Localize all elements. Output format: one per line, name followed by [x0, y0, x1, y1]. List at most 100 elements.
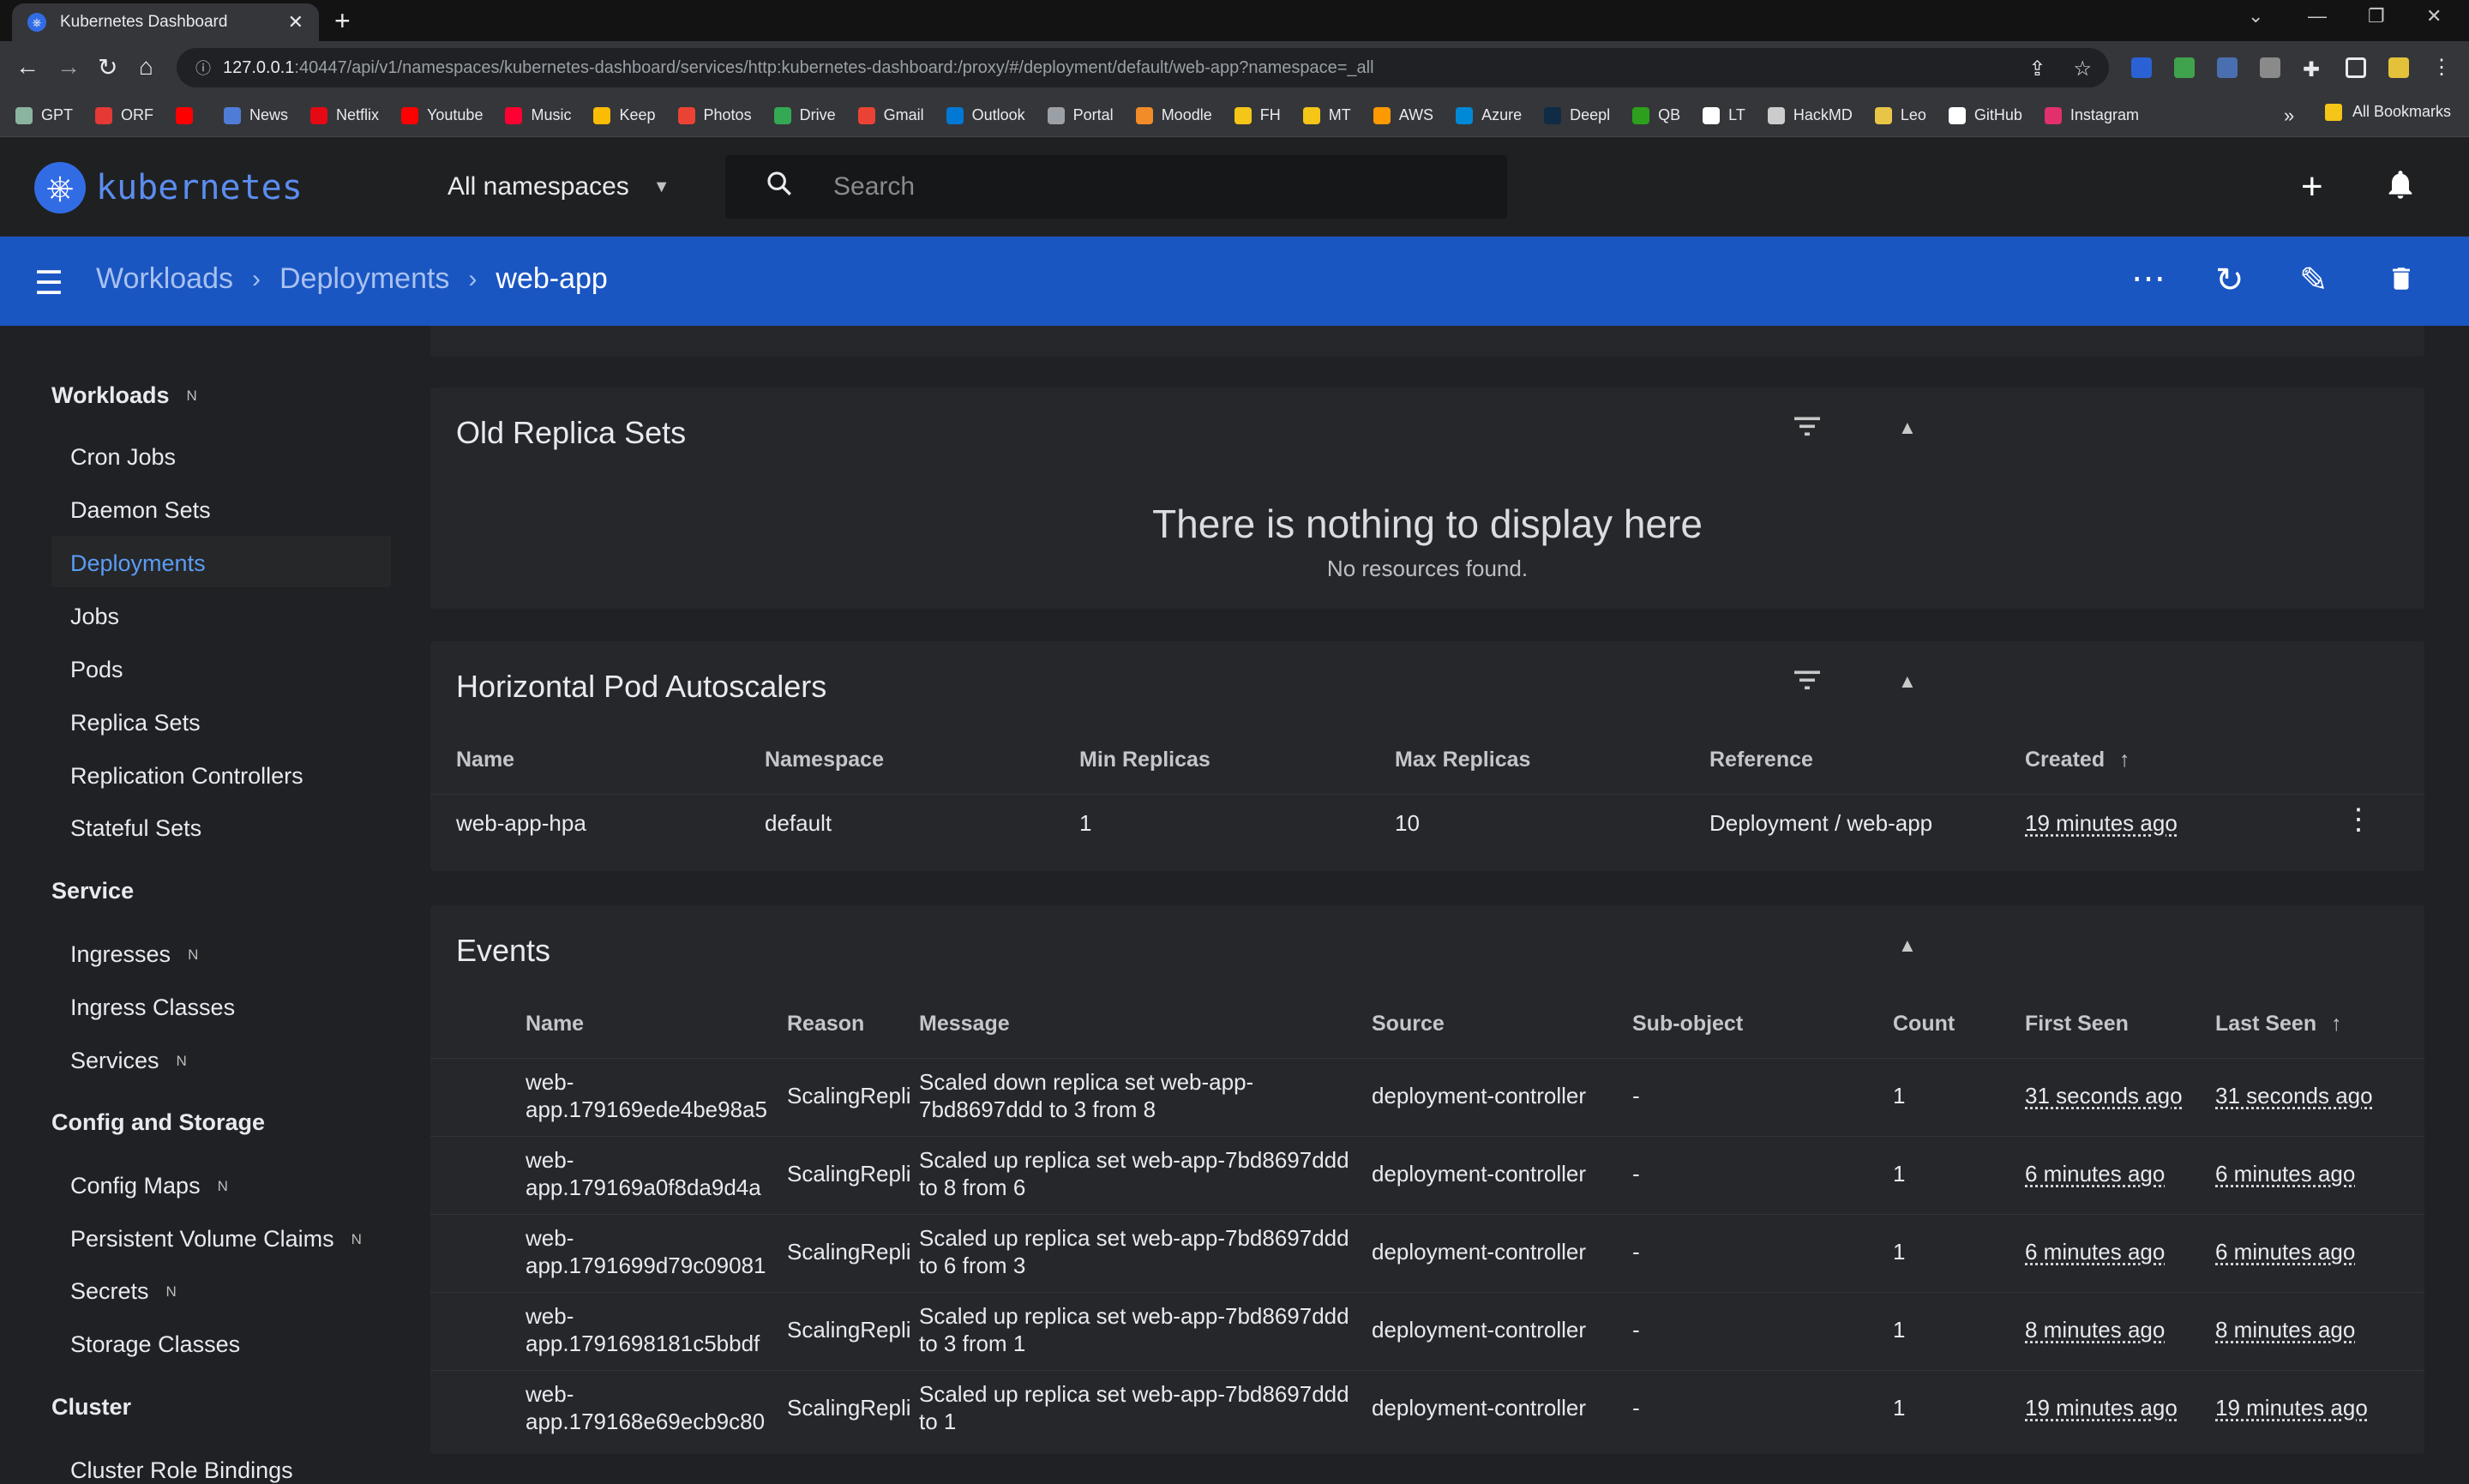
bookmark-item[interactable]: HackMD [1767, 106, 1853, 124]
refresh-icon[interactable]: ↻ [2215, 261, 2244, 300]
column-header-sub-object[interactable]: Sub-object [1632, 1012, 1743, 1036]
sidebar-group-cluster[interactable]: Cluster [51, 1394, 131, 1421]
collapse-arrow-icon[interactable]: ▲ [1898, 934, 1917, 957]
bookmark-item[interactable]: Portal [1047, 106, 1114, 124]
column-header-namespace[interactable]: Namespace [765, 748, 884, 772]
tab-search-chevron-icon[interactable]: ⌄ [2248, 5, 2263, 27]
bookmark-item[interactable]: LT [1703, 106, 1745, 124]
bookmark-item[interactable]: Netflix [310, 106, 379, 124]
site-info-icon[interactable]: ⓘ [195, 57, 211, 79]
shield-extension-icon[interactable] [2174, 57, 2195, 78]
close-window-icon[interactable]: ✕ [2426, 5, 2442, 27]
event-name[interactable]: web-app.1791699d79c09081 [526, 1224, 766, 1279]
bookmark-item[interactable]: MT [1302, 106, 1351, 124]
sidebar-item-deployments[interactable]: Deployments [70, 550, 206, 577]
sidebar-item-ingress-classes[interactable]: Ingress Classes [70, 994, 235, 1021]
bookmark-item[interactable]: QB [1632, 106, 1680, 124]
hamburger-menu-icon[interactable]: ☰ [34, 264, 63, 303]
event-name[interactable]: web-app.179169ede4be98a5 [526, 1068, 767, 1123]
more-bookmarks-chevron[interactable]: » [2284, 105, 2294, 127]
sidebar-item-pods[interactable]: Pods [70, 657, 123, 683]
share-icon[interactable]: ⇪ [2028, 57, 2045, 81]
filter-icon[interactable] [1792, 413, 1823, 446]
bookmark-item[interactable]: GitHub [1948, 106, 2022, 124]
bookmark-item[interactable]: ORF [95, 106, 153, 124]
sidebar-item-cluster-role-bindings[interactable]: Cluster Role Bindings [70, 1457, 293, 1484]
extension-icon[interactable] [2217, 57, 2238, 78]
bookmark-item[interactable]: Moodle [1135, 106, 1212, 124]
hpa-name-link[interactable]: web-app-hpa [456, 809, 586, 837]
sidebar-group-config-storage[interactable]: Config and Storage [51, 1109, 265, 1136]
more-actions-icon[interactable]: ⋯ [2131, 259, 2166, 298]
breadcrumb-workloads[interactable]: Workloads [96, 262, 233, 296]
bookmark-item[interactable]: Leo [1874, 106, 1926, 124]
column-header-created[interactable]: Created ↑ [2025, 748, 2130, 772]
column-header-message[interactable]: Message [919, 1012, 1010, 1036]
forward-icon[interactable]: → [57, 53, 81, 81]
search-box[interactable] [725, 155, 1507, 219]
sidebar-group-workloads[interactable]: Workloads N [51, 382, 197, 409]
search-input[interactable] [833, 172, 1433, 201]
event-name[interactable]: web-app.179168e69ecb9c80 [526, 1380, 765, 1435]
delete-trash-icon[interactable] [2387, 262, 2416, 303]
profile-avatar[interactable] [2388, 57, 2409, 78]
create-plus-icon[interactable]: + [2301, 165, 2323, 208]
edit-pencil-icon[interactable]: ✎ [2299, 261, 2328, 300]
column-header-last-seen[interactable]: Last Seen ↑ [2215, 1012, 2342, 1036]
bookmark-item[interactable]: Keep [593, 106, 656, 124]
browser-tab[interactable]: ⎈ Kubernetes Dashboard ✕ [12, 3, 319, 41]
browser-menu-icon[interactable]: ⋮ [2431, 55, 2452, 80]
breadcrumb-deployments[interactable]: Deployments [279, 262, 449, 296]
event-name[interactable]: web-app.1791698181c5bbdf [526, 1302, 760, 1357]
sidebar-item-cron-jobs[interactable]: Cron Jobs [70, 444, 176, 471]
bookmark-item[interactable]: AWS [1373, 106, 1433, 124]
hpa-reference-link[interactable]: Deployment / web-app [1709, 809, 1932, 837]
sidebar-item-pvc[interactable]: Persistent Volume Claims N [70, 1226, 362, 1253]
namespace-selector[interactable]: All namespaces ▼ [448, 172, 670, 201]
bookmark-item[interactable]: Instagram [2044, 106, 2139, 124]
bookmark-star-icon[interactable]: ☆ [2073, 57, 2092, 81]
bookmark-item[interactable]: Azure [1456, 106, 1522, 124]
back-icon[interactable]: ← [15, 53, 39, 81]
bookmark-item[interactable]: Youtube [401, 106, 483, 124]
kubernetes-logo[interactable]: ⎈ kubernetes [34, 162, 303, 213]
sidebar-item-daemon-sets[interactable]: Daemon Sets [70, 497, 211, 524]
restore-icon[interactable]: ❐ [2368, 5, 2385, 27]
notifications-bell-icon[interactable] [2383, 167, 2418, 211]
bookmark-item[interactable]: Drive [773, 106, 836, 124]
bookmark-item[interactable]: News [224, 106, 288, 124]
bookmark-item[interactable]: Outlook [946, 106, 1025, 124]
bookmark-item[interactable]: GPT [15, 106, 73, 124]
row-actions-kebab-icon[interactable]: ⋮ [2344, 805, 2373, 834]
column-header-reason[interactable]: Reason [787, 1012, 864, 1036]
minimize-icon[interactable]: — [2308, 5, 2327, 27]
bookmark-item[interactable]: Gmail [857, 106, 924, 124]
reload-icon[interactable]: ↻ [98, 53, 117, 81]
column-header-source[interactable]: Source [1372, 1012, 1445, 1036]
sidebar-item-replication-controllers[interactable]: Replication Controllers [70, 763, 303, 790]
collapse-arrow-icon[interactable]: ▲ [1898, 670, 1917, 693]
puzzle-extensions-icon[interactable]: ✚ [2303, 57, 2323, 81]
event-name[interactable]: web-app.179169a0f8da9d4a [526, 1146, 761, 1201]
bitwarden-extension-icon[interactable] [2131, 57, 2152, 78]
sidebar-item-services[interactable]: Services N [70, 1048, 187, 1074]
sidebar-item-replica-sets[interactable]: Replica Sets [70, 710, 201, 736]
close-tab-icon[interactable]: ✕ [288, 11, 303, 33]
column-header-min-replicas[interactable]: Min Replicas [1079, 748, 1210, 772]
column-header-name[interactable]: Name [456, 748, 514, 772]
sidebar-item-config-maps[interactable]: Config Maps N [70, 1173, 228, 1199]
column-header-max-replicas[interactable]: Max Replicas [1395, 748, 1530, 772]
all-bookmarks-folder[interactable]: All Bookmarks [2325, 103, 2451, 121]
bookmark-item[interactable]: FH [1234, 106, 1281, 124]
url-bar[interactable]: ⓘ 127.0.0.1:40447/api/v1/namespaces/kube… [177, 48, 2109, 87]
sidebar-item-secrets[interactable]: Secrets N [70, 1278, 177, 1305]
bookmark-item[interactable] [176, 106, 201, 124]
new-tab-icon[interactable]: + [334, 5, 351, 37]
column-header-reference[interactable]: Reference [1709, 748, 1813, 772]
bookmark-item[interactable]: Photos [677, 106, 752, 124]
home-icon[interactable]: ⌂ [139, 53, 153, 81]
column-header-count[interactable]: Count [1893, 1012, 1955, 1036]
sidebar-item-jobs[interactable]: Jobs [70, 604, 119, 630]
filter-icon[interactable] [1792, 667, 1823, 700]
sidebar-item-storage-classes[interactable]: Storage Classes [70, 1331, 240, 1358]
